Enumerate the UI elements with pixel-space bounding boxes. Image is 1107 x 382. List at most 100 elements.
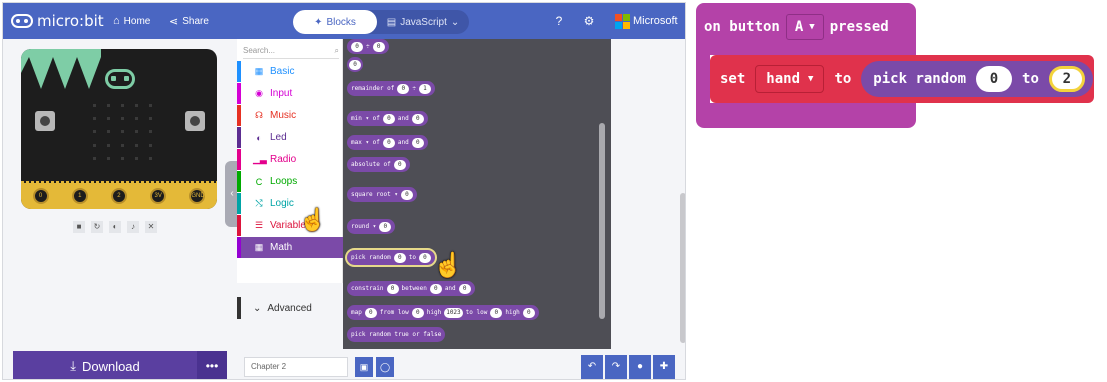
block-square-root[interactable]: square root ▾ 0 xyxy=(347,187,417,202)
pin-2[interactable]: 2 xyxy=(110,188,127,204)
block-arith-partial[interactable]: 0 ÷ 0 xyxy=(347,39,389,54)
caret-down-icon: ▼ xyxy=(808,74,814,84)
list-icon: ☰ xyxy=(254,220,264,230)
stop-icon[interactable]: ■ xyxy=(73,221,85,233)
on-button-label: on button xyxy=(704,19,780,35)
zoom-out-icon[interactable]: ● xyxy=(629,355,651,379)
redo-icon[interactable]: ↷ xyxy=(605,355,627,379)
edge-pins: 0 1 2 3V GND xyxy=(21,183,217,209)
share-button[interactable]: ⋖ Share xyxy=(169,15,209,28)
pick-random-block[interactable]: pick random 0 to 2 xyxy=(861,61,1093,97)
shuffle-icon: ⤭ xyxy=(255,198,263,208)
pin-0[interactable]: 0 xyxy=(32,188,49,204)
restart-icon[interactable]: ↻ xyxy=(91,221,103,233)
block-absolute[interactable]: absolute of 0 xyxy=(347,157,410,172)
chevron-down-icon: ⌄ xyxy=(253,302,262,314)
home-button[interactable]: ⌂ Home xyxy=(113,15,150,27)
category-music[interactable]: ☊ Music xyxy=(237,105,343,126)
blocks-tab[interactable]: ✦ Blocks xyxy=(293,10,377,34)
pin-gnd[interactable]: GND xyxy=(189,188,206,204)
block-round[interactable]: round ▾ 0 xyxy=(347,219,396,234)
microbit-simulator: 0 1 2 3V GND xyxy=(21,49,217,209)
share-label: Share xyxy=(182,16,209,27)
simulator-toolbar: ■ ↻ ◐ ♪ ✕ xyxy=(73,221,157,233)
button-dropdown[interactable]: A ▼ xyxy=(785,14,824,40)
editor-mode-toggle: ✦ Blocks ▤ JavaScript ⌄ xyxy=(293,10,469,34)
zoom-controls: ↶ ↷ ● ✚ xyxy=(581,355,677,379)
category-radio[interactable]: ▁▃ Radio xyxy=(237,149,343,170)
calculator-icon: ▦ xyxy=(254,242,264,252)
chevron-down-icon: ⌄ xyxy=(450,16,460,28)
board-edge-graphic xyxy=(21,49,101,89)
zoom-in-icon[interactable]: ✚ xyxy=(653,355,675,379)
event-block-footer xyxy=(696,103,916,128)
pin-3v[interactable]: 3V xyxy=(150,188,167,204)
undo-icon[interactable]: ↶ xyxy=(581,355,603,379)
category-advanced[interactable]: ⌄ Advanced xyxy=(237,297,343,319)
flyout-scrollbar[interactable] xyxy=(599,123,605,319)
microsoft-grid-icon xyxy=(615,14,630,29)
javascript-tab[interactable]: ▤ JavaScript ⌄ xyxy=(377,10,469,34)
random-from-input[interactable]: 0 xyxy=(976,66,1013,92)
category-math[interactable]: ▦ Math xyxy=(237,237,343,258)
download-button[interactable]: ⤓ Download xyxy=(13,351,197,379)
block-map[interactable]: map 0 from low 0 high 1023 to low 0 high 0 xyxy=(347,305,539,320)
pin-1[interactable]: 1 xyxy=(71,188,88,204)
category-loops[interactable]: C Loops xyxy=(237,171,343,192)
top-bar: micro:bit ⌂ Home ⋖ Share ✦ Blocks ▤ Java… xyxy=(3,3,685,39)
gear-icon[interactable]: ⚙ xyxy=(581,13,597,29)
microsoft-logo[interactable]: Microsoft xyxy=(615,14,678,29)
category-basic[interactable]: ▦ Basic xyxy=(237,61,343,82)
category-logic[interactable]: ⤭ Logic xyxy=(237,193,343,214)
set-label: set xyxy=(720,71,746,87)
github-button[interactable]: ◯ xyxy=(376,357,394,377)
block-max[interactable]: max ▾ of 0 and 0 xyxy=(347,135,428,150)
more-options-button[interactable]: ••• xyxy=(197,351,227,379)
slowmo-icon[interactable]: ◐ xyxy=(109,221,121,233)
category-led[interactable]: ◐ Led xyxy=(237,127,343,148)
hand-cursor-icon: ☝ xyxy=(299,207,327,232)
block-min[interactable]: min ▾ of 0 and 0 xyxy=(347,111,428,126)
microbit-logo-icon xyxy=(11,14,33,28)
caret-down-icon: ▼ xyxy=(809,22,815,32)
javascript-tab-label: JavaScript xyxy=(400,16,447,28)
button-a[interactable] xyxy=(35,111,55,131)
pick-random-label: pick random xyxy=(873,71,967,87)
fullscreen-icon[interactable]: ✕ xyxy=(145,221,157,233)
category-input[interactable]: ◉ Input xyxy=(237,83,343,104)
block-remainder[interactable]: remainder of 0 ÷ 1 xyxy=(347,81,435,96)
headphones-icon: ☊ xyxy=(255,110,263,120)
random-to-label: to xyxy=(1022,71,1039,87)
project-name-input[interactable]: Chapter 2 xyxy=(244,357,348,377)
variable-dropdown[interactable]: hand ▼ xyxy=(755,65,825,93)
download-label: Download xyxy=(81,358,140,374)
block-pick-random-bool[interactable]: pick random true or false xyxy=(347,327,446,342)
help-icon[interactable]: ? xyxy=(551,13,567,29)
category-variables[interactable]: ☰ Variables xyxy=(237,215,343,236)
math-flyout: 0 ÷ 0 0 remainder of 0 ÷ 1 min ▾ of 0 and 0 max … xyxy=(343,39,611,349)
on-button-pressed-block[interactable]: on button A ▼ pressed xyxy=(696,3,916,55)
random-to-input[interactable]: 2 xyxy=(1048,66,1085,92)
makecode-editor: micro:bit ⌂ Home ⋖ Share ✦ Blocks ▤ Java… xyxy=(2,2,686,380)
puzzle-icon: ✦ xyxy=(314,16,323,28)
set-variable-block[interactable]: set hand ▼ to pick random 0 to 2 xyxy=(710,55,1094,103)
to-label: to xyxy=(834,71,852,87)
save-button[interactable]: ▣ xyxy=(355,357,373,377)
block-pick-random[interactable]: pick random 0 to 0 xyxy=(345,248,437,267)
led-matrix xyxy=(87,99,157,165)
workspace-scrollbar[interactable] xyxy=(680,193,685,343)
microbit-logo[interactable]: micro:bit xyxy=(11,12,104,30)
signal-icon: ▁▃ xyxy=(253,154,267,164)
mute-icon[interactable]: ♪ xyxy=(127,221,139,233)
board-logo xyxy=(105,69,135,89)
block-number[interactable]: 0 xyxy=(347,57,363,72)
event-block-spine xyxy=(696,55,710,103)
grid-icon: ▦ xyxy=(254,66,264,76)
toolbox-search-input[interactable]: Search... ⌕ xyxy=(243,43,339,59)
hand-cursor-icon: ☝ xyxy=(433,252,463,279)
block-constrain[interactable]: constrain 0 between 0 and 0 xyxy=(347,281,475,296)
code-snippet: on button A ▼ pressed set hand ▼ to pick r… xyxy=(696,3,1094,128)
search-icon: ⌕ xyxy=(334,45,339,55)
button-b[interactable] xyxy=(185,111,205,131)
share-icon: ⋖ xyxy=(169,16,179,28)
